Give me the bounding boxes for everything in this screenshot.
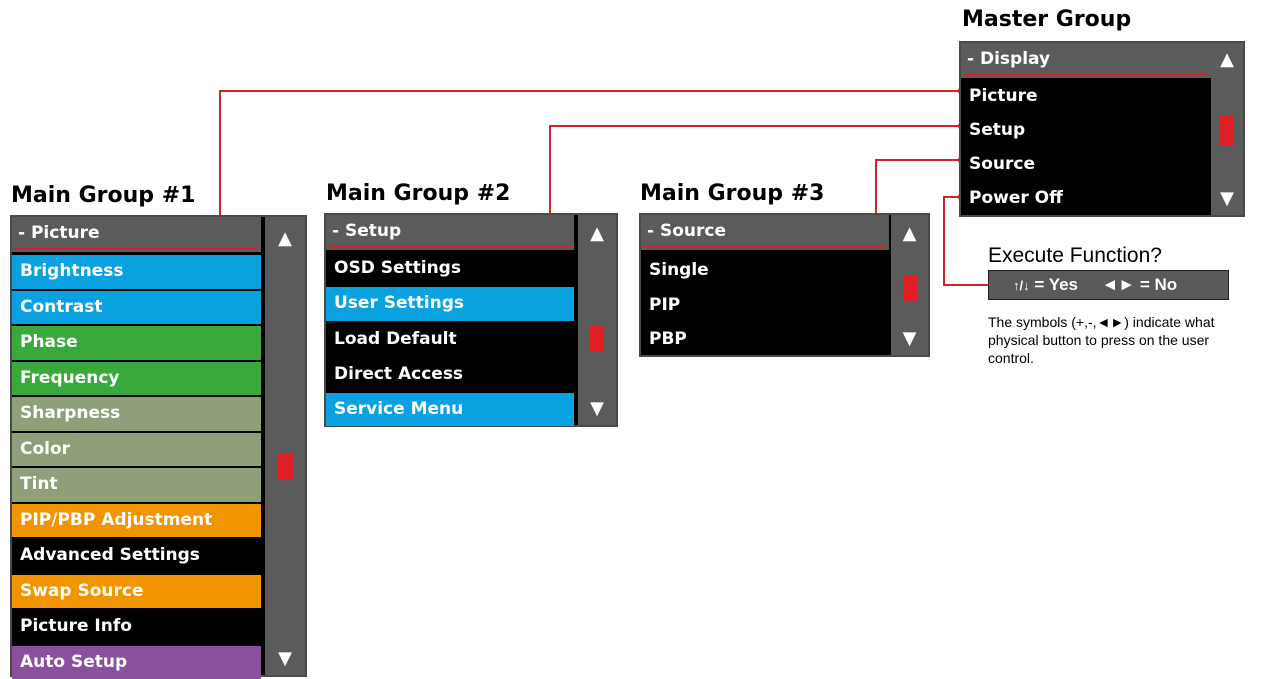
menu-header: - Display [961, 43, 1211, 78]
menu-header-label: - Setup [332, 221, 401, 241]
scroll-down-arrow-icon[interactable]: ▼ [1211, 182, 1243, 215]
menu-header: - Picture [12, 217, 261, 252]
menu-item-single[interactable]: Single [641, 254, 889, 286]
menu-item-sharpness[interactable]: Sharpness [12, 397, 261, 431]
menu-item-direct-access[interactable]: Direct Access [326, 358, 574, 391]
scrollbar[interactable]: ▲ ▼ [1211, 43, 1243, 215]
menu-item-phase[interactable]: Phase [12, 326, 261, 360]
menu-item-power-off[interactable]: Power Off [961, 182, 1211, 214]
scroll-thumb[interactable] [1220, 116, 1234, 146]
scroll-down-arrow-icon[interactable]: ▼ [891, 322, 928, 355]
up-down-arrows-icon: ↑/↓ [1013, 278, 1030, 293]
menu-item-advanced-settings[interactable]: Advanced Settings [12, 539, 261, 573]
button-symbols-note: The symbols (+,-,◄►) indicate what physi… [988, 313, 1256, 367]
menu-item-picture[interactable]: Picture [961, 80, 1211, 112]
menu-item-pip-pbp-adjustment[interactable]: PIP/PBP Adjustment [12, 504, 261, 538]
main-group-3-menu: - Source Single PIP PBP ▲ ▼ [639, 213, 930, 357]
menu-header-label: - Source [647, 221, 726, 241]
master-group-menu: - Display Picture Setup Source Power Off… [959, 41, 1245, 217]
scroll-thumb[interactable] [278, 454, 293, 480]
execute-function-prompt: ↑/↓ = Yes ◄► = No [988, 270, 1229, 300]
scroll-thumb[interactable] [590, 326, 604, 352]
scroll-down-arrow-icon[interactable]: ▼ [265, 642, 305, 675]
scroll-up-arrow-icon[interactable]: ▲ [578, 217, 616, 250]
menu-item-service-menu[interactable]: Service Menu [326, 393, 574, 426]
connector-setup [550, 126, 962, 227]
menu-item-load-default[interactable]: Load Default [326, 323, 574, 356]
main-group-1-heading: Main Group #1 [11, 183, 195, 208]
menu-header: - Source [641, 215, 889, 250]
main-group-1-menu: - Picture BrightnessContrastPhaseFrequen… [10, 215, 307, 677]
menu-item-pbp[interactable]: PBP [641, 323, 889, 355]
scroll-up-arrow-icon[interactable]: ▲ [1211, 43, 1243, 76]
menu-item-color[interactable]: Color [12, 433, 261, 467]
scroll-down-arrow-icon[interactable]: ▼ [578, 392, 616, 425]
menu-item-pip[interactable]: PIP [641, 289, 889, 321]
menu-item-frequency[interactable]: Frequency [12, 362, 261, 396]
main-group-3-heading: Main Group #3 [640, 181, 824, 206]
scroll-thumb[interactable] [903, 275, 917, 301]
scrollbar[interactable]: ▲ ▼ [891, 215, 928, 355]
menu-item-auto-setup[interactable]: Auto Setup [12, 646, 261, 679]
menu-item-picture-info[interactable]: Picture Info [12, 610, 261, 644]
menu-item-swap-source[interactable]: Swap Source [12, 575, 261, 609]
scroll-up-arrow-icon[interactable]: ▲ [891, 217, 928, 250]
main-group-2-heading: Main Group #2 [326, 181, 510, 206]
connector-picture [220, 91, 962, 227]
menu-header: - Setup [326, 215, 574, 250]
no-text: ◄► = No [1101, 275, 1177, 294]
scrollbar[interactable]: ▲ ▼ [578, 215, 616, 425]
master-group-heading: Master Group [962, 7, 1131, 32]
menu-item-brightness[interactable]: Brightness [12, 255, 261, 289]
execute-function-title: Execute Function? [988, 244, 1162, 268]
menu-header-label: - Picture [18, 223, 99, 243]
main-group-2-menu: - Setup OSD SettingsUser SettingsLoad De… [324, 213, 618, 427]
menu-item-setup[interactable]: Setup [961, 114, 1211, 146]
scrollbar[interactable]: ▲ ▼ [265, 217, 305, 675]
menu-item-osd-settings[interactable]: OSD Settings [326, 252, 574, 285]
menu-item-user-settings[interactable]: User Settings [326, 287, 574, 320]
menu-item-contrast[interactable]: Contrast [12, 291, 261, 325]
menu-item-source[interactable]: Source [961, 148, 1211, 180]
menu-item-tint[interactable]: Tint [12, 468, 261, 502]
yes-text: = Yes [1034, 275, 1078, 294]
scroll-up-arrow-icon[interactable]: ▲ [265, 222, 305, 255]
menu-header-label: - Display [967, 49, 1050, 69]
